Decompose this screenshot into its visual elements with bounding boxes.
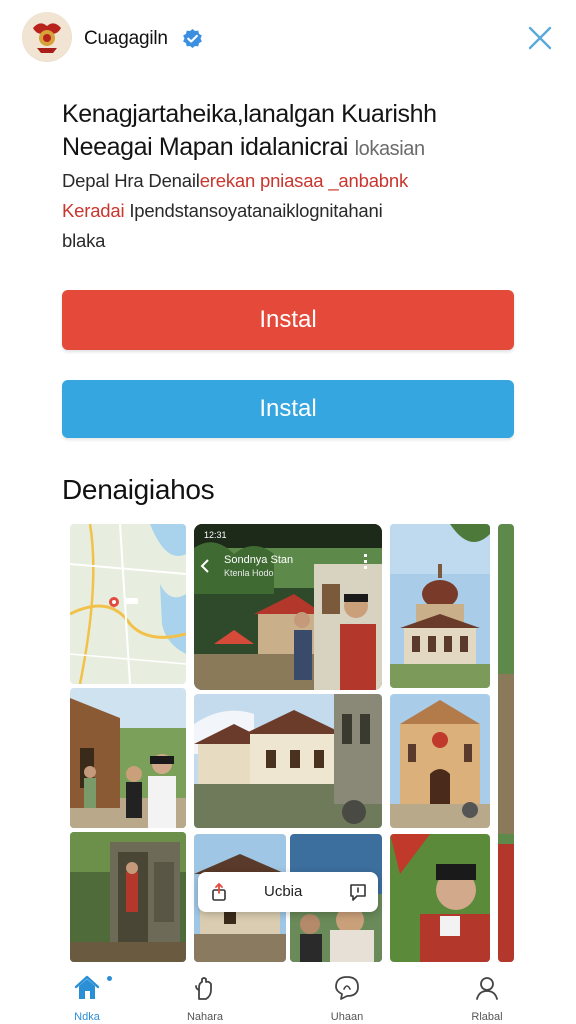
gallery-photo-palace[interactable] xyxy=(390,694,490,828)
message-icon[interactable] xyxy=(348,882,368,902)
headline-line-2-main: Neeagai Mapan idalanicrai xyxy=(62,133,349,161)
nav-item-uhaan[interactable]: Uhaan xyxy=(307,970,387,1024)
install-button-primary[interactable]: Instal xyxy=(62,290,514,350)
gallery-title: Denaigiahos xyxy=(62,474,215,505)
home-icon xyxy=(74,975,100,999)
notification-dot xyxy=(107,976,112,981)
gallery-photo-edge[interactable] xyxy=(498,524,514,962)
hand-icon xyxy=(195,977,212,1000)
description-line-2: Keradai Ipendstansoyatanaiklognitahani xyxy=(62,196,522,226)
upload-icon xyxy=(212,882,226,901)
phone-screen-title: Sondnya Stan xyxy=(224,554,294,566)
phone-screen-subtitle: Ktenla Hodo xyxy=(224,568,274,578)
bottom-nav: Ndka Nahara Uhaan Rlabal xyxy=(0,962,576,1024)
headline-line-2-faded: lokasian xyxy=(354,138,426,160)
share-toast[interactable]: Ucbia xyxy=(198,872,378,912)
desc-highlight: Keradai xyxy=(62,200,125,221)
headline: Kenagjartaheika,lanalgan Kuarishh Neeaga… xyxy=(62,98,532,166)
nav-item-profile[interactable]: Rlabal xyxy=(447,970,527,1024)
profile-icon xyxy=(476,977,498,1000)
gallery-photo-student[interactable] xyxy=(390,834,490,962)
headline-line-2: Neeagai Mapan idalanicrai lokasian xyxy=(62,131,532,166)
emblem-logo xyxy=(22,12,72,62)
app-name: Cuagagiln xyxy=(84,28,168,49)
desc-highlight: erekan pniasaa _anbabnk xyxy=(199,170,409,191)
description: Depal Hra Denailerekan pniasaa _anbabnk … xyxy=(62,166,522,256)
nav-label-profile: Rlabal xyxy=(471,1011,503,1023)
description-line-1: Depal Hra Denailerekan pniasaa _anbabnk xyxy=(62,166,522,196)
verified-badge-icon xyxy=(183,28,202,49)
map-screenshot[interactable] xyxy=(70,524,186,684)
nav-label-home: Ndka xyxy=(74,1011,100,1023)
install-button-secondary[interactable]: Instal xyxy=(62,380,514,438)
headline-line-1: Kenagjartaheika,lanalgan Kuarishh xyxy=(62,100,437,128)
nav-label-uhaan: Uhaan xyxy=(330,1011,364,1023)
top-bar: Cuagagiln xyxy=(0,0,576,80)
gallery-photo-village[interactable] xyxy=(194,694,382,828)
desc-text: Depal Hra Denail xyxy=(62,170,200,191)
chat-icon xyxy=(335,976,359,1000)
description-line-3: blaka xyxy=(62,230,106,251)
gallery-photo-mosque[interactable] xyxy=(390,524,490,688)
gallery-photo-statue[interactable] xyxy=(70,832,186,962)
gallery-photo-house[interactable] xyxy=(70,688,186,828)
phone-screenshot[interactable]: 12:31 Sondnya Stan Ktenla Hodo xyxy=(194,524,382,690)
desc-text: Ipendstansoyatanaiklognitahani xyxy=(124,200,383,221)
nav-item-nahara[interactable]: Nahara xyxy=(165,970,245,1024)
nav-label-nahara: Nahara xyxy=(186,1011,224,1023)
phone-status-time: 12:31 xyxy=(204,530,227,540)
nav-item-home[interactable]: Ndka xyxy=(47,970,127,1024)
toast-label: Ucbia xyxy=(264,883,303,900)
close-icon[interactable] xyxy=(526,24,554,52)
